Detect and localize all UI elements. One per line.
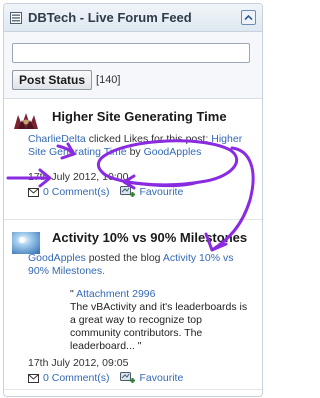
by-text: by xyxy=(129,146,141,158)
feed-list-icon xyxy=(10,11,22,24)
status-compose: Post Status [140] xyxy=(4,32,262,99)
comments-link[interactable]: 0 Comment(s) xyxy=(28,186,110,198)
feed-item-actions: 0 Comment(s) Favourite xyxy=(28,372,256,389)
add-favourite-icon xyxy=(119,186,135,197)
char-count: [140] xyxy=(96,74,121,86)
add-favourite-icon xyxy=(119,372,135,383)
live-forum-feed-widget: DBTech - Live Forum Feed Post Status [14… xyxy=(3,3,263,397)
feed-item-title[interactable]: Activity 10% vs 90% Milestones xyxy=(52,230,256,246)
user-link[interactable]: CharlieDelta xyxy=(28,133,86,145)
envelope-icon xyxy=(28,373,39,383)
favourite-link[interactable]: Favourite xyxy=(119,372,183,384)
post-status-button[interactable]: Post Status xyxy=(12,70,93,90)
envelope-icon xyxy=(28,187,39,197)
avatar xyxy=(12,111,40,133)
feed-item: Activity 10% vs 90% Milestones GoodApple… xyxy=(4,220,262,390)
avatar xyxy=(12,232,40,254)
favourite-link[interactable]: Favourite xyxy=(119,186,183,198)
feed-item-body: GoodApples posted the blog Activity 10% … xyxy=(28,252,256,278)
chevron-up-icon xyxy=(244,14,253,21)
excerpt-text: The vBActivity and it's leaderboards is … xyxy=(70,301,248,352)
feed-item-body: CharlieDelta clicked Likes for this post… xyxy=(28,133,256,159)
blog-excerpt: " Attachment 2996 The vBActivity and it'… xyxy=(70,288,248,352)
attachment-link[interactable]: Attachment 2996 xyxy=(76,288,155,300)
comments-link[interactable]: 0 Comment(s) xyxy=(28,372,110,384)
widget-header: DBTech - Live Forum Feed xyxy=(4,4,262,32)
feed-item-date: 17th July 2012, 10:00 xyxy=(28,171,129,183)
action-text: posted the blog xyxy=(88,252,161,264)
feed-item: Higher Site Generating Time CharlieDelta… xyxy=(4,99,262,220)
feed-item-actions: 0 Comment(s) Favourite xyxy=(28,186,256,203)
action-text: clicked Likes for this post: xyxy=(88,133,209,145)
feed-item-title[interactable]: Higher Site Generating Time xyxy=(52,109,256,125)
status-input[interactable] xyxy=(12,43,250,63)
feed-item-date: 17th July 2012, 09:05 xyxy=(28,357,129,369)
widget-title: DBTech - Live Forum Feed xyxy=(28,10,192,25)
collapse-button[interactable] xyxy=(241,10,256,25)
author-link[interactable]: GoodApples xyxy=(144,146,202,158)
